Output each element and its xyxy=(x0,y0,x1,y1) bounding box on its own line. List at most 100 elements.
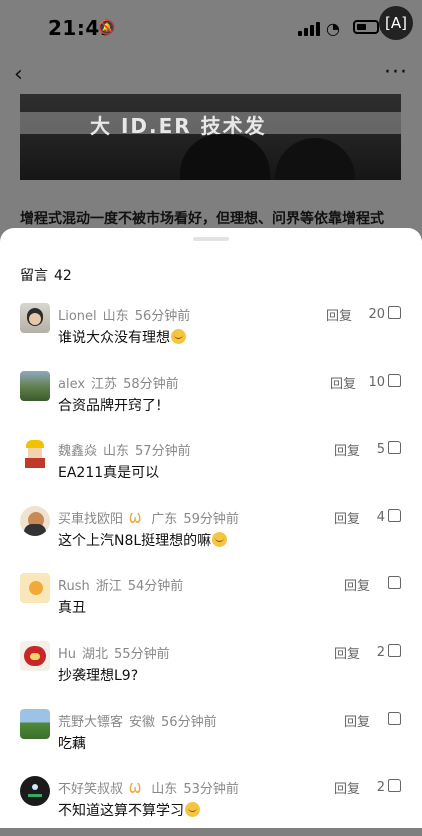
thumbs-up-icon xyxy=(388,509,401,522)
comment-item: 魏鑫焱 山东 57分钟前 EA211真是可以 回复 5 xyxy=(0,438,422,498)
like-button[interactable]: 4 xyxy=(365,508,401,525)
comments-title: 留言 xyxy=(20,268,48,284)
bell-off-icon: 🔕 xyxy=(98,20,116,36)
comment-region: 江苏 xyxy=(91,377,118,392)
reply-button[interactable]: 回复 xyxy=(334,643,360,662)
comment-text-content: 不知道这算不算学习 xyxy=(58,803,184,819)
thumbs-up-icon xyxy=(388,779,401,792)
comment-text: 抄袭理想L9? xyxy=(58,668,139,684)
comment-region: 浙江 xyxy=(95,579,122,594)
article-text-line: 增程式混动一度不被市场看好，但理想、问界等依靠增程式 xyxy=(20,211,384,227)
comment-item: alex 江苏 58分钟前 合资品牌开窍了! 回复 10 xyxy=(0,371,422,431)
comment-username[interactable]: 不好笑叔叔 xyxy=(58,782,123,797)
comments-heading: 留言 42 xyxy=(20,265,72,285)
cat-emoji-icon xyxy=(212,532,228,547)
reply-button[interactable]: 回复 xyxy=(334,778,360,797)
avatar[interactable] xyxy=(20,438,50,468)
comment-username[interactable]: Lionel xyxy=(58,309,97,324)
battery-icon xyxy=(353,20,379,34)
thumbs-up-icon xyxy=(388,306,401,319)
comment-time: 54分钟前 xyxy=(127,579,184,594)
like-button[interactable]: 5 xyxy=(365,440,401,457)
comment-text: 谁说大众没有理想 xyxy=(58,327,186,347)
comment-item: 买車找欧阳 Ѡ 广东 59分钟前 这个上汽N8L挺理想的嘛 回复 4 xyxy=(0,506,422,566)
reply-button[interactable]: 回复 xyxy=(334,440,360,459)
avatar[interactable] xyxy=(20,506,50,536)
comment-item: Rush 浙江 54分钟前 真丑 回复 xyxy=(0,573,422,633)
avatar[interactable] xyxy=(20,776,50,806)
comment-region: 安徽 xyxy=(129,715,156,730)
like-button[interactable]: 2 xyxy=(365,778,401,795)
avatar[interactable] xyxy=(20,573,50,603)
more-options-icon[interactable]: ··· xyxy=(384,60,408,85)
thumbs-up-icon xyxy=(388,374,401,387)
comment-time: 55分钟前 xyxy=(114,647,170,662)
comment-username[interactable]: 魏鑫焱 xyxy=(58,444,97,459)
comment-text: 真丑 xyxy=(58,600,86,616)
comment-time: 57分钟前 xyxy=(135,444,191,459)
comment-time: 59分钟前 xyxy=(183,512,239,527)
like-count: 10 xyxy=(368,375,385,390)
like-button[interactable]: 20 xyxy=(365,305,401,322)
comment-username[interactable]: Rush xyxy=(58,579,90,594)
sheet-drag-handle[interactable] xyxy=(193,237,229,241)
comments-count: 42 xyxy=(54,268,72,284)
comment-text-content: 这个上汽N8L挺理想的嘛 xyxy=(58,533,212,549)
article-navbar: ‹ ··· xyxy=(0,56,422,92)
grin-emoji-icon xyxy=(171,329,186,344)
comment-item: Lionel 山东 56分钟前 谁说大众没有理想 回复 20 xyxy=(0,303,422,363)
like-count: 20 xyxy=(368,307,385,322)
wifi-icon: ◔ xyxy=(326,19,340,38)
comment-time: 56分钟前 xyxy=(161,715,217,730)
comment-item: 荒野大镖客 安徽 56分钟前 吃藕 回复 xyxy=(0,709,422,769)
comment-item: 不好笑叔叔 Ѡ 山东 53分钟前 不知道这算不算学习 回复 2 xyxy=(0,776,422,836)
back-chevron-icon[interactable]: ‹ xyxy=(14,62,23,87)
comment-region: 山东 xyxy=(102,309,129,324)
comment-username[interactable]: 荒野大镖客 xyxy=(58,715,123,730)
comment-username[interactable]: Hu xyxy=(58,647,76,662)
comment-text: 不知道这算不算学习 xyxy=(58,800,200,820)
comment-text-content: 谁说大众没有理想 xyxy=(58,330,170,346)
avatar[interactable] xyxy=(20,303,50,333)
vip-badge-icon: Ѡ xyxy=(129,782,142,797)
comment-time: 53分钟前 xyxy=(183,782,239,797)
comment-time: 58分钟前 xyxy=(123,377,179,392)
like-button[interactable] xyxy=(365,711,401,728)
comment-region: 湖北 xyxy=(82,647,109,662)
avatar[interactable] xyxy=(20,709,50,739)
thumbs-up-icon xyxy=(388,644,401,657)
vip-badge-icon: Ѡ xyxy=(129,512,142,527)
comment-item: Hu 湖北 55分钟前 抄袭理想L9? 回复 2 xyxy=(0,641,422,701)
like-button[interactable]: 10 xyxy=(365,373,401,390)
avatar[interactable] xyxy=(20,641,50,671)
comment-time: 56分钟前 xyxy=(134,309,191,324)
like-count: 5 xyxy=(376,442,385,457)
reply-button[interactable]: 回复 xyxy=(334,508,360,527)
reply-button[interactable]: 回复 xyxy=(326,305,352,324)
thumbs-up-icon xyxy=(388,712,401,725)
like-count: 4 xyxy=(376,510,385,525)
thumbs-up-icon xyxy=(388,441,401,454)
comment-username[interactable]: 买車找欧阳 xyxy=(58,512,123,527)
reply-button[interactable]: 回复 xyxy=(330,373,356,392)
avatar[interactable] xyxy=(20,371,50,401)
comments-sheet: 留言 42 Lionel 山东 56分钟前 谁说大众没有理想 回复 20 alex 江苏… xyxy=(0,228,422,828)
comment-text: 这个上汽N8L挺理想的嘛 xyxy=(58,530,228,550)
comment-region: 山东 xyxy=(103,444,130,459)
like-count: 2 xyxy=(376,645,385,660)
like-count: 2 xyxy=(376,780,385,795)
comment-username[interactable]: alex xyxy=(58,377,85,392)
article-banner-image: 大 ID.ER 技术发 xyxy=(20,94,401,180)
comment-region: 山东 xyxy=(151,782,178,797)
comment-text: EA211真是可以 xyxy=(58,465,160,481)
like-button[interactable] xyxy=(365,575,401,592)
thumbs-up-icon xyxy=(388,576,401,589)
comment-region: 广东 xyxy=(151,512,178,527)
like-button[interactable]: 2 xyxy=(365,643,401,660)
cat-emoji-icon xyxy=(185,802,200,817)
comment-text: 合资品牌开窍了! xyxy=(58,398,162,414)
text-scan-icon[interactable]: [A] xyxy=(379,6,413,40)
status-bar: 21:49 🔕 ◔ xyxy=(0,0,422,56)
cellular-signal-icon xyxy=(298,22,320,36)
comment-text: 吃藕 xyxy=(58,736,86,752)
